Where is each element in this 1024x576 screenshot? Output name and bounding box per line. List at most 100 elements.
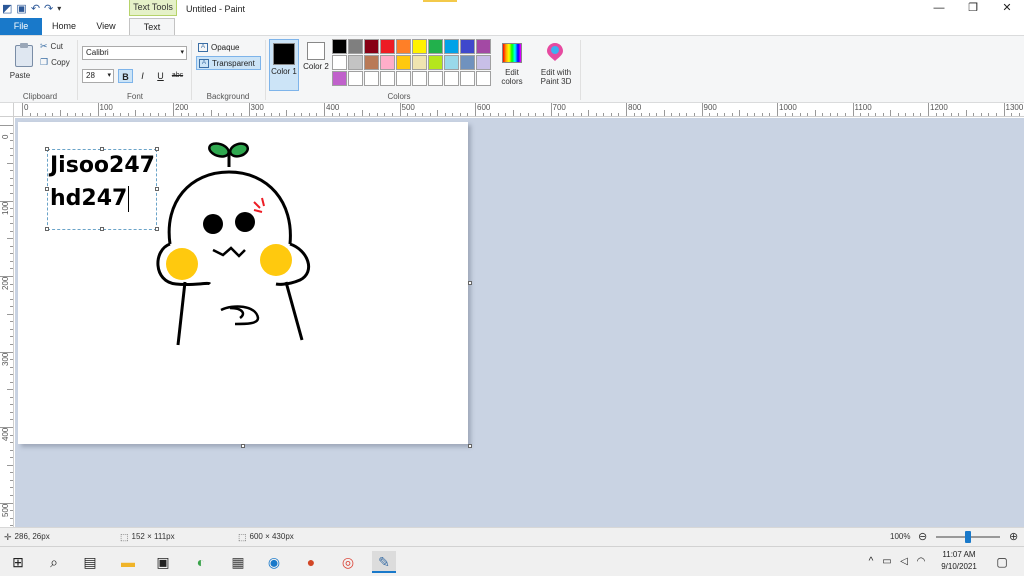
palette-swatch[interactable] — [348, 39, 363, 54]
opaque-option[interactable]: A Opaque — [196, 40, 261, 54]
ruler-minor-tick — [188, 113, 190, 116]
palette-swatch[interactable] — [380, 71, 395, 86]
palette-swatch[interactable] — [476, 39, 491, 54]
ruler-minor-tick — [10, 336, 13, 338]
palette-swatch[interactable] — [348, 71, 363, 86]
close-button[interactable]: ✕ — [990, 0, 1024, 18]
save-icon[interactable]: ▣ — [16, 0, 26, 18]
palette-swatch[interactable] — [444, 71, 459, 86]
paste-button[interactable]: Paste — [4, 39, 36, 87]
palette-swatch[interactable] — [444, 55, 459, 70]
tab-view[interactable]: View — [86, 18, 126, 35]
text-box-handle[interactable] — [155, 187, 159, 191]
palette-swatch[interactable] — [412, 39, 427, 54]
palette-swatch[interactable] — [396, 55, 411, 70]
undo-icon[interactable]: ↶ — [31, 0, 40, 18]
bold-button[interactable]: B — [118, 69, 133, 83]
edit-colors-icon[interactable] — [502, 43, 522, 63]
tab-file[interactable]: File — [0, 18, 42, 35]
zoom-out-button[interactable]: ⊖ — [918, 528, 927, 546]
text-box-handle[interactable] — [45, 227, 49, 231]
paint-taskbar-icon[interactable]: ✎ — [372, 551, 396, 573]
ruler-label: 300 — [1, 352, 10, 366]
text-box-handle[interactable] — [100, 147, 104, 151]
cut-button[interactable]: ✂ Cut — [40, 41, 63, 52]
text-box-handle[interactable] — [45, 147, 49, 151]
edit-colors-label[interactable]: Edit colors — [497, 68, 527, 86]
strikethrough-button[interactable]: abc — [170, 69, 185, 83]
palette-swatch[interactable] — [332, 39, 347, 54]
palette-swatch[interactable] — [332, 55, 347, 70]
wifi-icon[interactable]: ◠ — [914, 551, 928, 573]
palette-swatch[interactable] — [428, 39, 443, 54]
tab-home[interactable]: Home — [44, 18, 84, 35]
store-icon[interactable]: ▣ — [151, 551, 175, 573]
palette-swatch[interactable] — [444, 39, 459, 54]
palette-swatch[interactable] — [428, 71, 443, 86]
edit-with-paint3d-label[interactable]: Edit with Paint 3D — [535, 68, 577, 86]
tab-text[interactable]: Text — [129, 18, 175, 35]
app-green-icon[interactable]: ◐ — [189, 551, 213, 573]
palette-swatch[interactable] — [364, 39, 379, 54]
canvas-resize-handle-corner[interactable] — [468, 444, 472, 448]
ruler-tick — [173, 103, 174, 116]
font-family-select[interactable]: Calibri ▾ — [82, 46, 187, 60]
copy-button[interactable]: ❐ Copy — [40, 57, 70, 68]
ruler-minor-tick — [10, 442, 13, 444]
color2-button[interactable]: Color 2 — [301, 39, 331, 91]
text-box-handle[interactable] — [45, 187, 49, 191]
zoom-slider-thumb[interactable] — [965, 531, 971, 543]
palette-swatch[interactable] — [428, 55, 443, 70]
minimize-button[interactable]: — — [922, 0, 956, 18]
palette-swatch[interactable] — [476, 55, 491, 70]
file-explorer-icon[interactable]: ▬ — [116, 551, 140, 573]
volume-icon[interactable]: ◁ — [897, 551, 911, 573]
text-box-handle[interactable] — [100, 227, 104, 231]
redo-icon[interactable]: ↷ — [44, 0, 53, 18]
text-box-handle[interactable] — [155, 227, 159, 231]
clock[interactable]: 11:07 AM 9/10/2021 — [936, 549, 982, 573]
app-blue-circle-icon[interactable]: ◉ — [262, 551, 286, 573]
palette-swatch[interactable] — [460, 55, 475, 70]
ruler-minor-tick — [7, 313, 13, 315]
search-icon[interactable]: ⌕ — [42, 551, 66, 573]
paint-app-icon[interactable]: ◩ — [2, 0, 12, 18]
text-box-handle[interactable] — [155, 147, 159, 151]
palette-swatch[interactable] — [396, 39, 411, 54]
palette-swatch[interactable] — [476, 71, 491, 86]
palette-swatch[interactable] — [380, 55, 395, 70]
ruler-minor-tick — [44, 113, 46, 116]
ruler-minor-tick — [512, 110, 514, 116]
palette-swatch[interactable] — [364, 55, 379, 70]
canvas-resize-handle-right[interactable] — [468, 281, 472, 285]
text-line-2-content: hd247 — [50, 186, 128, 211]
palette-swatch[interactable] — [348, 55, 363, 70]
palette-swatch[interactable] — [412, 71, 427, 86]
palette-swatch[interactable] — [412, 55, 427, 70]
calculator-icon[interactable]: ▦ — [226, 551, 250, 573]
palette-swatch[interactable] — [460, 39, 475, 54]
palette-swatch[interactable] — [364, 71, 379, 86]
paint3d-icon[interactable] — [546, 42, 564, 62]
network-icon[interactable]: ▭ — [880, 551, 894, 573]
zoom-in-button[interactable]: ⊕ — [1009, 528, 1018, 546]
palette-swatch[interactable] — [460, 71, 475, 86]
text-box[interactable]: Jisoo247 hd247 — [45, 147, 159, 231]
tray-chevron-icon[interactable]: ^ — [864, 551, 878, 573]
task-view-icon[interactable]: ▤ — [78, 551, 102, 573]
transparent-option[interactable]: A Transparent — [196, 56, 261, 70]
color1-button[interactable]: Color 1 — [269, 39, 299, 91]
chrome-icon[interactable]: ◎ — [336, 551, 360, 573]
font-size-select[interactable]: 28 ▾ — [82, 69, 114, 83]
italic-button[interactable]: I — [135, 69, 150, 83]
palette-swatch[interactable] — [332, 71, 347, 86]
customize-qat-icon[interactable]: ▾ — [57, 0, 61, 18]
powerpoint-icon[interactable]: ● — [299, 551, 323, 573]
palette-swatch[interactable] — [396, 71, 411, 86]
windows-start-icon[interactable]: ⊞ — [6, 551, 30, 573]
canvas-resize-handle-bottom[interactable] — [241, 444, 245, 448]
notifications-icon[interactable]: ▢ — [990, 551, 1014, 573]
palette-swatch[interactable] — [380, 39, 395, 54]
underline-button[interactable]: U — [153, 69, 168, 83]
maximize-button[interactable]: ❐ — [956, 0, 990, 18]
